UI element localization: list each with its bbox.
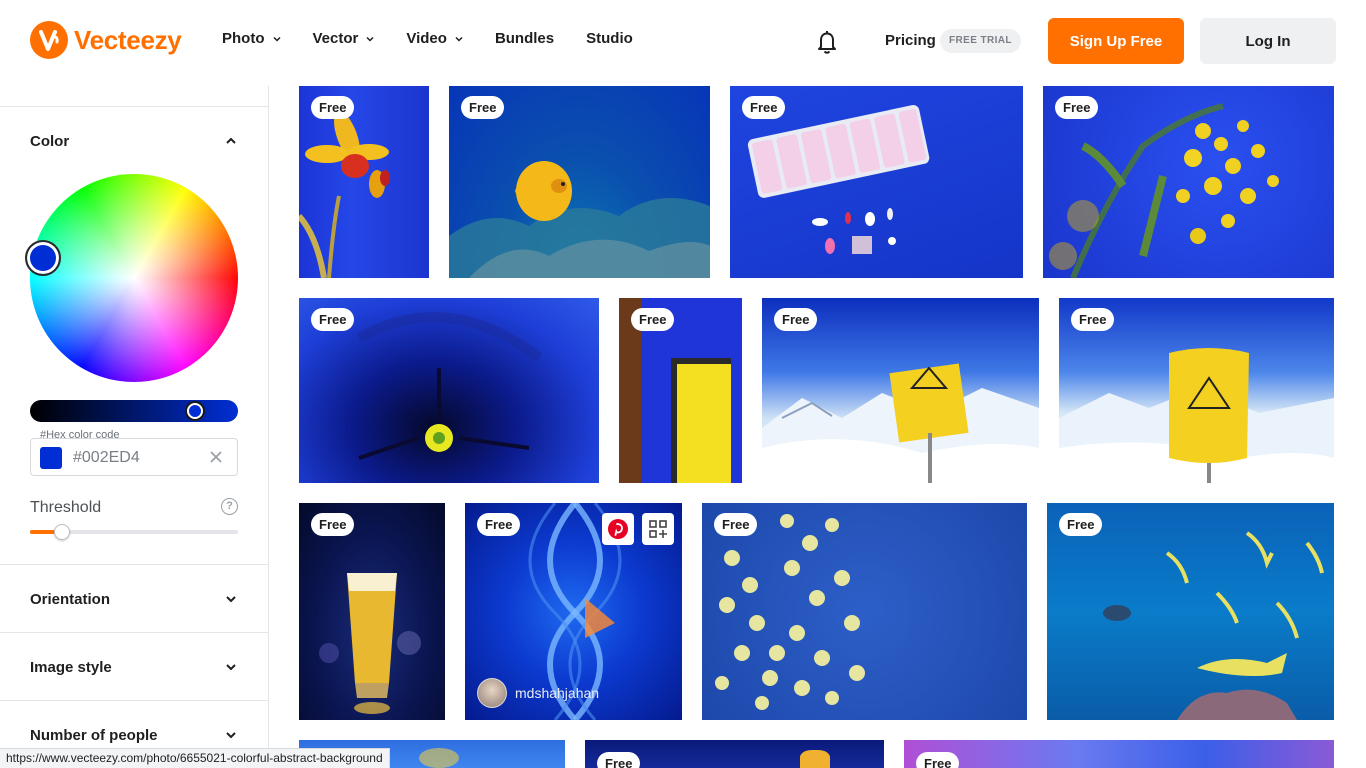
- free-badge: Free: [597, 752, 641, 768]
- brand-name: Vecteezy: [74, 24, 182, 55]
- divider: [0, 106, 268, 107]
- hex-color-field[interactable]: #002ED4: [30, 438, 238, 476]
- nav-item-label: Studio: [586, 30, 633, 47]
- free-badge: Free: [461, 96, 505, 119]
- author-info[interactable]: mdshahjahan: [477, 678, 599, 708]
- help-icon[interactable]: ?: [221, 498, 238, 515]
- chevron-down-icon: [366, 36, 374, 42]
- chevron-down-icon[interactable]: [225, 661, 237, 673]
- image-tile-hovered[interactable]: Free mdshahjahan: [465, 503, 682, 720]
- image-tile[interactable]: Free: [449, 86, 710, 278]
- link-status-bar: https://www.vecteezy.com/photo/6655021-c…: [0, 748, 390, 768]
- free-badge: Free: [631, 308, 675, 331]
- brightness-slider[interactable]: [30, 400, 238, 422]
- image-tile[interactable]: Free: [702, 503, 1027, 720]
- color-wheel-handle[interactable]: [25, 240, 61, 276]
- nav-item-studio[interactable]: Studio: [586, 30, 633, 47]
- orientation-section-title[interactable]: Orientation: [30, 591, 110, 608]
- add-collection-icon: [649, 520, 667, 538]
- image-tile[interactable]: Free: [585, 740, 884, 768]
- image-tile[interactable]: Free: [299, 503, 445, 720]
- image-tile[interactable]: Free: [619, 298, 742, 483]
- free-badge: Free: [1071, 308, 1115, 331]
- add-to-collection-button[interactable]: [642, 513, 674, 545]
- free-badge: Free: [1059, 513, 1103, 536]
- author-name[interactable]: mdshahjahan: [515, 685, 599, 701]
- nav-item-vector[interactable]: Vector: [313, 30, 375, 47]
- image-detail: [800, 750, 830, 768]
- image-tile[interactable]: Free: [299, 298, 599, 483]
- free-badge: Free: [311, 96, 355, 119]
- image-tile[interactable]: Free: [1059, 298, 1334, 483]
- free-badge: Free: [477, 513, 521, 536]
- free-badge: Free: [916, 752, 960, 768]
- free-badge: Free: [742, 96, 786, 119]
- nav-item-photo[interactable]: Photo: [222, 30, 281, 47]
- log-in-button[interactable]: Log In: [1200, 18, 1336, 64]
- bell-icon[interactable]: [815, 29, 839, 55]
- image-style-section-title[interactable]: Image style: [30, 659, 112, 676]
- hex-color-input[interactable]: #002ED4: [73, 449, 140, 467]
- number-of-people-section-title[interactable]: Number of people: [30, 727, 158, 744]
- site-header: Vecteezy Photo Vector Video Bundles Stud…: [0, 0, 1366, 86]
- nav-item-label: Vector: [312, 30, 359, 47]
- free-badge: Free: [311, 513, 355, 536]
- yellow-pills-image: [715, 514, 865, 710]
- pricing-link[interactable]: Pricing: [885, 32, 936, 49]
- color-wheel[interactable]: [30, 174, 238, 382]
- free-badge: Free: [714, 513, 758, 536]
- vecteezy-logo-icon: [30, 21, 68, 59]
- close-icon[interactable]: [209, 450, 223, 464]
- divider: [0, 632, 268, 633]
- divider: [0, 564, 268, 565]
- image-tile[interactable]: Free: [904, 740, 1334, 768]
- chevron-down-icon[interactable]: [225, 593, 237, 605]
- nav-item-bundles[interactable]: Bundles: [495, 30, 554, 47]
- brightness-slider-handle[interactable]: [187, 403, 203, 419]
- nav-item-label: Video: [406, 30, 447, 47]
- nav-item-label: Bundles: [494, 30, 555, 47]
- free-badge: Free: [774, 308, 818, 331]
- image-tile[interactable]: Free: [299, 86, 429, 278]
- free-badge: Free: [1055, 96, 1099, 119]
- chevron-down-icon[interactable]: [225, 729, 237, 741]
- sign-up-button[interactable]: Sign Up Free: [1048, 18, 1184, 64]
- vecteezy-logo[interactable]: Vecteezy: [30, 21, 182, 59]
- chevron-down-icon: [272, 36, 281, 42]
- main-nav: Photo Vector Video Bundles Studio: [222, 30, 665, 47]
- pinterest-button[interactable]: [602, 513, 634, 545]
- color-swatch: [40, 447, 62, 469]
- threshold-label: Threshold: [30, 499, 102, 516]
- image-tile[interactable]: Free: [730, 86, 1023, 278]
- chevron-up-icon[interactable]: [225, 135, 237, 147]
- image-tile[interactable]: Free: [1043, 86, 1334, 278]
- image-tile[interactable]: Free: [762, 298, 1039, 483]
- free-badge: Free: [311, 308, 355, 331]
- pinterest-icon: [608, 519, 628, 539]
- avatar: [477, 678, 507, 708]
- nav-item-video[interactable]: Video: [406, 30, 463, 47]
- filter-sidebar: Color #Hex color code #002ED4 Threshold …: [0, 86, 269, 768]
- nav-item-label: Photo: [222, 30, 265, 47]
- image-detail: [419, 748, 459, 768]
- chevron-down-icon: [455, 36, 463, 42]
- free-trial-badge[interactable]: FREE TRIAL: [940, 29, 1021, 53]
- image-tile[interactable]: Free: [1047, 503, 1334, 720]
- color-section-title[interactable]: Color: [30, 133, 69, 150]
- divider: [0, 700, 268, 701]
- threshold-slider-handle[interactable]: [54, 524, 70, 540]
